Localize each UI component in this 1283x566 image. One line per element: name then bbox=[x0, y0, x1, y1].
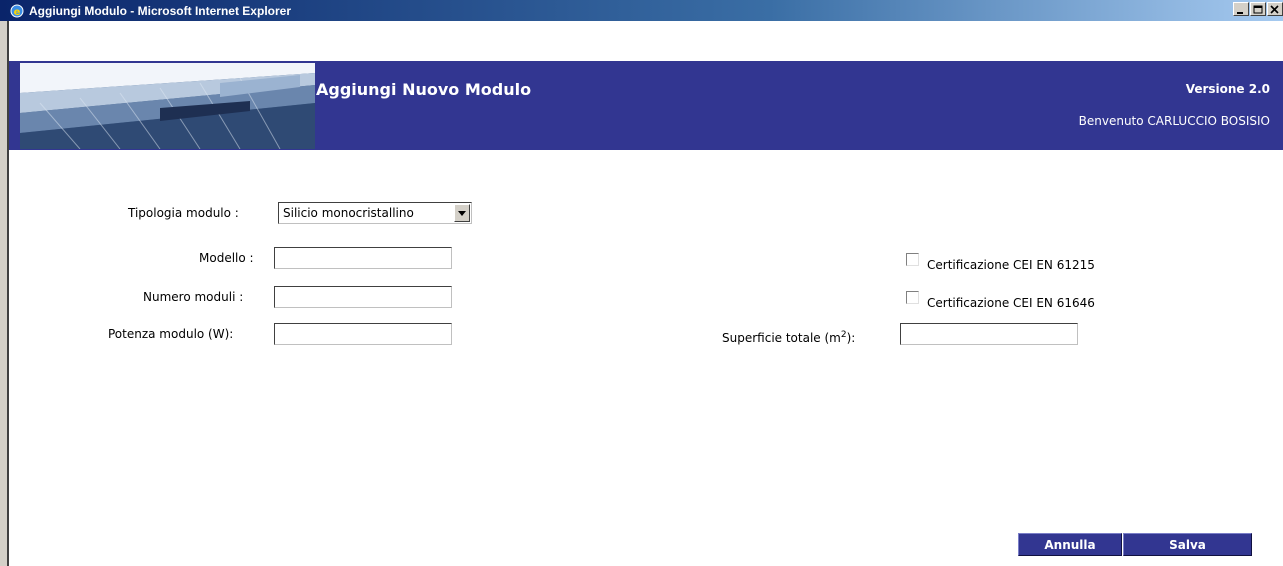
solar-panel-photo bbox=[20, 63, 315, 149]
modello-label: Modello : bbox=[199, 251, 254, 265]
superficie-label: Superficie totale (m2): bbox=[722, 330, 855, 345]
tipologia-selected-value: Silicio monocristallino bbox=[283, 206, 414, 220]
cert-61646-checkbox[interactable] bbox=[906, 291, 919, 304]
window-left-border bbox=[0, 21, 9, 566]
header-banner bbox=[9, 61, 1283, 150]
cert-61215-checkbox[interactable] bbox=[906, 253, 919, 266]
potenza-label: Potenza modulo (W): bbox=[108, 327, 234, 341]
cancel-button[interactable]: Annulla bbox=[1018, 533, 1122, 556]
minimize-icon[interactable] bbox=[1233, 2, 1249, 16]
window-title: Aggiungi Modulo - Microsoft Internet Exp… bbox=[29, 3, 291, 18]
numero-moduli-label: Numero moduli : bbox=[143, 290, 244, 304]
welcome-message: Benvenuto CARLUCCIO BOSISIO bbox=[1078, 114, 1270, 128]
internet-explorer-icon: e bbox=[9, 3, 25, 19]
cert-61646-label: Certificazione CEI EN 61646 bbox=[927, 296, 1095, 310]
potenza-input[interactable] bbox=[274, 323, 452, 345]
tipologia-label: Tipologia modulo : bbox=[128, 206, 239, 220]
numero-moduli-input[interactable] bbox=[274, 286, 452, 308]
page-title: Aggiungi Nuovo Modulo bbox=[316, 80, 532, 99]
window-titlebar[interactable]: e Aggiungi Modulo - Microsoft Internet E… bbox=[0, 0, 1283, 21]
svg-text:e: e bbox=[14, 7, 21, 18]
tipologia-select[interactable]: Silicio monocristallino bbox=[278, 202, 472, 224]
superficie-input[interactable] bbox=[900, 323, 1078, 345]
maximize-icon[interactable] bbox=[1250, 2, 1266, 16]
save-button[interactable]: Salva bbox=[1123, 533, 1252, 556]
version-label: Versione 2.0 bbox=[1185, 82, 1270, 96]
close-icon[interactable] bbox=[1267, 2, 1283, 16]
superficie-label-suffix: ): bbox=[846, 331, 856, 345]
superficie-label-prefix: Superficie totale (m bbox=[722, 331, 841, 345]
cert-61215-label: Certificazione CEI EN 61215 bbox=[927, 258, 1095, 272]
modello-input[interactable] bbox=[274, 247, 452, 269]
chevron-down-icon[interactable] bbox=[454, 204, 470, 222]
